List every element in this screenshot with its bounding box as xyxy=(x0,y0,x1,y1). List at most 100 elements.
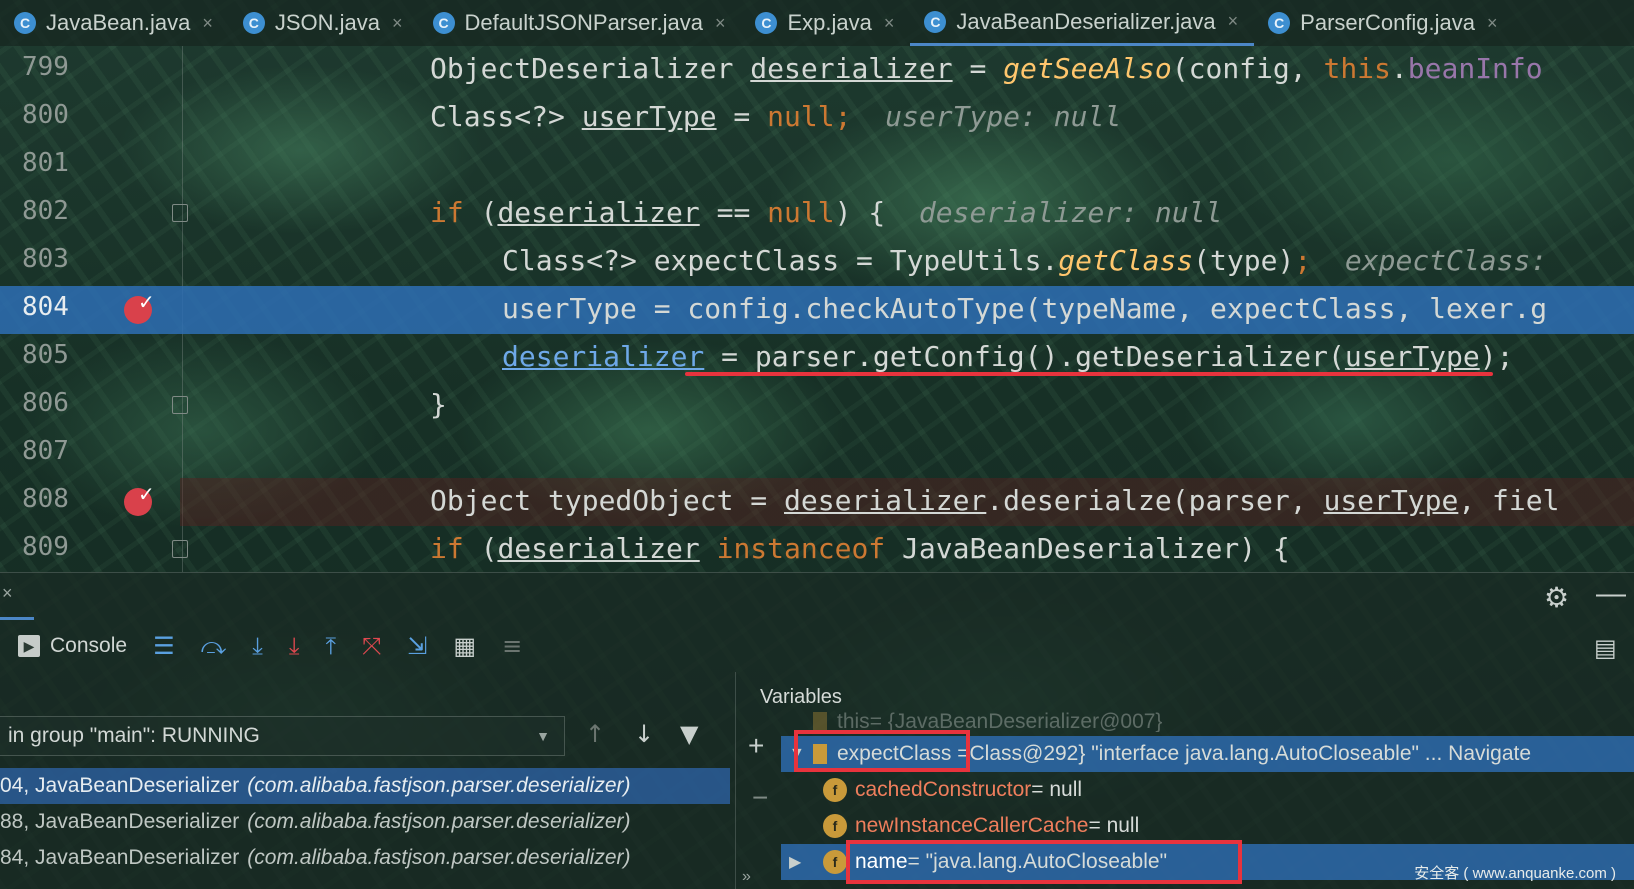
frame-location: 88, JavaBeanDeserializer xyxy=(0,810,240,833)
stack-frame-row[interactable]: 04, JavaBeanDeserializer (com.alibaba.fa… xyxy=(0,768,730,804)
code-line-809[interactable]: 809 if (deserializer instanceof JavaBean… xyxy=(0,526,1634,574)
code-line-799[interactable]: 799 ObjectDeserializer deserializer = ge… xyxy=(0,46,1634,94)
tab-javabeandeserializer[interactable]: C JavaBeanDeserializer.java × xyxy=(910,0,1255,46)
tab-label: DefaultJSONParser.java xyxy=(464,10,703,35)
code-line-806[interactable]: 806 } xyxy=(0,382,1634,430)
tab-parserconfig[interactable]: C ParserConfig.java × xyxy=(1254,0,1513,46)
stack-frame-row[interactable]: 88, JavaBeanDeserializer (com.alibaba.fa… xyxy=(0,804,730,840)
tab-label: JSON.java xyxy=(274,10,380,35)
watermark: 安全客 ( www.anquanke.com ) xyxy=(1414,865,1616,882)
code-line-801[interactable]: 801 xyxy=(0,142,1634,190)
frame-up-icon[interactable]: ↑ xyxy=(585,720,605,748)
stack-frame-row[interactable]: 84, JavaBeanDeserializer (com.alibaba.fa… xyxy=(0,840,730,876)
step-into-icon[interactable]: ⤓ xyxy=(252,632,263,660)
close-icon[interactable]: × xyxy=(202,13,213,34)
close-icon[interactable]: × xyxy=(715,13,726,34)
code-line-808-breakpoint[interactable]: 808 ✓ Object typedObject = deserializer.… xyxy=(0,478,1634,526)
frame-down-icon[interactable]: ↓ xyxy=(634,720,654,748)
field-icon: f xyxy=(823,814,847,838)
class-file-icon: C xyxy=(755,12,778,34)
breakpoint-check-icon: ✓ xyxy=(138,482,155,506)
tab-label: JavaBean.java xyxy=(46,10,191,35)
tab-label: Exp.java xyxy=(787,10,872,35)
line-number: 803 xyxy=(22,244,69,274)
thread-selector[interactable]: in group "main": RUNNING ▼ xyxy=(0,716,565,756)
debug-toolbar: ▶ Console ☰ ⤼ ⤓ ⤓ ⤒ ⤧ ⇲ ▦ ≡ ▤ xyxy=(0,620,1634,672)
variable-value: Class@292} "interface java.lang.AutoClos… xyxy=(969,742,1532,765)
frame-package: (com.alibaba.fastjson.parser.deserialize… xyxy=(247,846,631,869)
frame-package: (com.alibaba.fastjson.parser.deserialize… xyxy=(247,774,631,797)
class-file-icon: C xyxy=(242,12,265,34)
line-number: 809 xyxy=(22,532,69,562)
class-file-icon: C xyxy=(1268,12,1291,34)
code-text: Class<?> userType = null; userType: null xyxy=(430,100,1122,133)
filter-icon[interactable]: ▼ xyxy=(680,720,698,748)
variable-value: = null xyxy=(1088,814,1140,837)
close-icon[interactable]: × xyxy=(1228,11,1239,32)
variable-row[interactable]: this = {JavaBeanDeserializer@007} xyxy=(781,712,1634,732)
fold-marker-icon[interactable] xyxy=(172,540,188,558)
class-file-icon: C xyxy=(14,12,36,34)
trace-icon[interactable]: ≡ xyxy=(502,632,522,660)
console-label: Console xyxy=(50,634,128,657)
drop-frame-icon[interactable]: ⤧ xyxy=(362,632,381,660)
red-box-annotation xyxy=(846,840,1242,884)
code-text: Class<?> expectClass = TypeUtils.getClas… xyxy=(502,244,1548,277)
gear-icon[interactable]: ⚙ xyxy=(1544,581,1569,614)
minimize-icon[interactable]: — xyxy=(1596,577,1626,611)
frame-package: (com.alibaba.fastjson.parser.deserialize… xyxy=(247,810,631,833)
force-step-into-icon[interactable]: ⤓ xyxy=(289,632,300,660)
inline-debug-hint: expectClass: xyxy=(1344,244,1548,277)
tab-exp[interactable]: C Exp.java × xyxy=(741,0,910,46)
tab-label: ParserConfig.java xyxy=(1300,10,1476,35)
variable-name: cachedConstructor xyxy=(855,778,1032,801)
console-tab[interactable]: ▶ Console xyxy=(18,634,127,658)
tab-defaultjsonparser[interactable]: C DefaultJSONParser.java × xyxy=(419,0,742,46)
line-number: 807 xyxy=(22,436,69,466)
code-line-800[interactable]: 800 Class<?> userType = null; userType: … xyxy=(0,94,1634,142)
tab-json[interactable]: C JSON.java × xyxy=(229,0,419,46)
remove-watch-icon[interactable]: − xyxy=(752,782,768,814)
code-editor[interactable]: 799 ObjectDeserializer deserializer = ge… xyxy=(0,46,1634,572)
evaluate-expression-icon[interactable]: ▦ xyxy=(453,632,476,660)
show-execution-point-icon[interactable]: ☰ xyxy=(153,632,175,660)
line-number: 800 xyxy=(22,100,69,130)
code-line-803[interactable]: 803 Class<?> expectClass = TypeUtils.get… xyxy=(0,238,1634,286)
line-number: 806 xyxy=(22,388,69,418)
console-icon: ▶ xyxy=(18,635,40,657)
variable-row-cachedconstructor[interactable]: f cachedConstructor = null xyxy=(781,772,1634,808)
layout-settings-icon[interactable]: ▤ xyxy=(1594,634,1617,662)
inline-debug-hint: deserializer: null xyxy=(918,196,1223,229)
close-icon[interactable]: × xyxy=(884,13,895,34)
variable-row-newinstancecallercache[interactable]: f newInstanceCallerCache = null xyxy=(781,808,1634,844)
tab-javabean[interactable]: C JavaBean.java × xyxy=(0,0,229,46)
close-icon[interactable]: × xyxy=(392,13,403,34)
close-icon[interactable]: × xyxy=(1487,13,1498,34)
breakpoint-check-icon: ✓ xyxy=(138,290,155,314)
code-text: userType = config.checkAutoType(typeName… xyxy=(502,292,1548,325)
red-underline-annotation xyxy=(685,372,1493,376)
run-to-cursor-icon[interactable]: ⇲ xyxy=(407,632,427,660)
fold-marker-icon[interactable] xyxy=(172,204,188,222)
step-out-icon[interactable]: ⤒ xyxy=(325,632,336,660)
line-number: 805 xyxy=(22,340,69,370)
code-line-807[interactable]: 807 xyxy=(0,430,1634,478)
frame-location: 04, JavaBeanDeserializer xyxy=(0,774,240,797)
code-text: ObjectDeserializer deserializer = getSee… xyxy=(430,52,1543,85)
close-icon[interactable]: × xyxy=(2,583,13,604)
add-watch-icon[interactable]: + xyxy=(748,730,764,762)
field-icon: f xyxy=(823,778,847,802)
code-text: if (deserializer == null) { deserializer… xyxy=(430,196,1223,229)
fold-marker-icon[interactable] xyxy=(172,396,188,414)
frame-location: 84, JavaBeanDeserializer xyxy=(0,846,240,869)
code-text: } xyxy=(430,388,447,421)
class-file-icon: C xyxy=(924,10,947,33)
class-file-icon: C xyxy=(432,12,455,34)
expand-triangle-icon[interactable]: ▶ xyxy=(789,852,823,872)
code-line-804-current-execution[interactable]: 804 ✓ userType = config.checkAutoType(ty… xyxy=(0,286,1634,334)
variable-value: = null xyxy=(1031,778,1083,801)
step-over-icon[interactable]: ⤼ xyxy=(201,632,227,660)
frames-pane: in group "main": RUNNING ▼ ↑ ↓ ▼ 04, Jav… xyxy=(0,672,751,889)
variables-pane: Variables + − this = {JavaBeanDeserializ… xyxy=(735,672,1634,889)
code-line-802[interactable]: 802 if (deserializer == null) { deserial… xyxy=(0,190,1634,238)
